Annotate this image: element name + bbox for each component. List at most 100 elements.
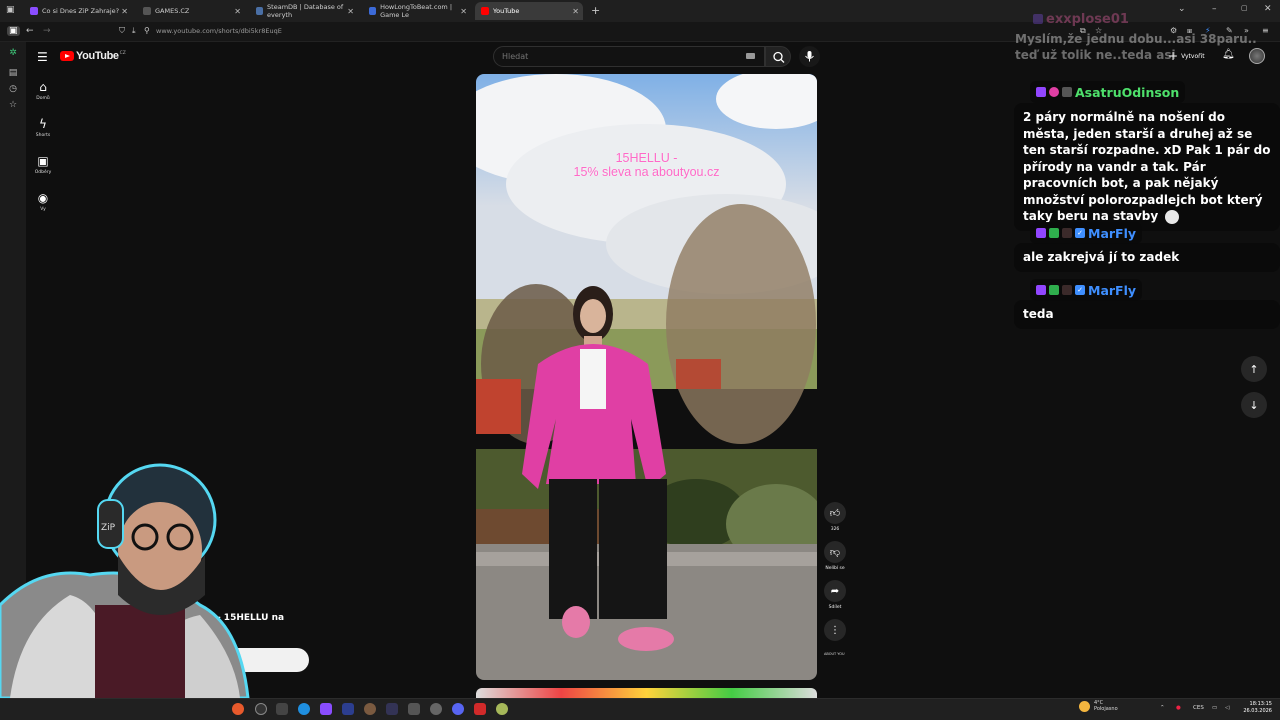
volume-icon[interactable]: ◁ [1225, 705, 1229, 711]
more-vert-icon: ⋮ [824, 619, 846, 641]
streamer-avatar-illustration: ZiP [0, 463, 250, 700]
bookmarks-icon[interactable]: ☆ [8, 100, 18, 110]
chat-message-header: ✓ MarFly [1030, 279, 1143, 301]
chat-faded-message: Myslím,že jednu dobu...asi 38paru.. teď … [1015, 32, 1257, 62]
download-icon[interactable]: ⤓ [132, 26, 136, 36]
country-code: CZ [119, 50, 126, 56]
youtube-logo[interactable]: YouTube CZ [60, 50, 126, 62]
firefox-icon[interactable] [232, 703, 244, 715]
tab-0[interactable]: Co si Dnes ZiP Zahraje? ✕ [24, 2, 132, 20]
close-tab-icon[interactable]: ✕ [234, 7, 241, 16]
channel-thumbnail[interactable]: ABOUT YOU [824, 652, 845, 656]
minimize-icon[interactable]: – [1212, 4, 1217, 14]
taskbar-app-icon[interactable] [276, 703, 288, 715]
twitch-badge-icon [1033, 14, 1043, 24]
tab-3[interactable]: HowLongToBeat.com | Game Le ✕ [363, 2, 471, 20]
promo-overlay: 15HELLU - 15% sleva na aboutyou.cz [476, 151, 817, 179]
logo-text: YouTube [76, 50, 119, 62]
taskbar-app-icon[interactable] [342, 703, 354, 715]
chat-message: ale zakrejvá jí to zadek [1014, 243, 1280, 272]
guide-item-home[interactable]: ⌂ Domů [26, 80, 60, 101]
history-icon[interactable]: ◷ [8, 84, 18, 94]
twitch-badge-icon [1036, 285, 1046, 295]
svg-text:ZiP: ZiP [101, 523, 116, 533]
close-tab-icon[interactable]: ✕ [121, 7, 128, 16]
forward-icon[interactable]: → [43, 26, 51, 36]
tab-2[interactable]: SteamDB | Database of everyth ✕ [250, 2, 358, 20]
guide-label: Domů [36, 96, 50, 101]
clock-time: 18:13:15 [1249, 701, 1272, 707]
tab-actions-icon[interactable]: ▣ [6, 5, 15, 15]
chat-message-header: ✓ MarFly [1030, 222, 1143, 244]
ai-assistant-icon[interactable]: ✲ [8, 48, 18, 58]
green-badge-icon [1049, 228, 1059, 238]
taskbar-app-icon[interactable] [474, 703, 486, 715]
chat-username: MarFly [1088, 225, 1137, 241]
language-indicator[interactable]: CES [1193, 705, 1204, 711]
tab-1[interactable]: GAMES.CZ ✕ [137, 2, 245, 20]
games-favicon-icon [143, 7, 151, 15]
shield-icon[interactable]: ⛉ [119, 26, 125, 36]
new-tab-icon[interactable]: + [591, 4, 600, 17]
previous-short-button[interactable]: ↑ [1241, 356, 1267, 382]
obs-icon[interactable] [255, 703, 267, 715]
close-window-icon[interactable]: ✕ [1264, 4, 1272, 14]
tab-title: YouTube [493, 7, 520, 15]
twitch-icon[interactable] [320, 703, 332, 715]
tab-title: GAMES.CZ [155, 7, 190, 15]
close-tab-icon[interactable]: ✕ [460, 7, 467, 16]
taskbar-clock[interactable]: 18:13:15 26.03.2026 [1238, 701, 1272, 715]
share-button[interactable]: ➦ Sdílet [822, 580, 848, 610]
site-info-icon[interactable]: ⚲ [144, 26, 150, 35]
wallet-icon[interactable]: ▤ [8, 68, 18, 78]
microphone-tray-icon[interactable]: ● [1176, 705, 1181, 711]
search-box[interactable] [493, 46, 765, 67]
like-button[interactable]: 👍︎ 326 [822, 502, 848, 532]
chat-message-text: 2 páry normálně na nošení do města, jede… [1023, 110, 1271, 223]
sidebar-toggle-icon[interactable]: ▣ [7, 26, 20, 36]
youtube-play-icon [60, 51, 74, 61]
maximize-icon[interactable]: ▢ [1241, 4, 1248, 12]
chat-message-header: AsatruOdinson [1030, 81, 1186, 103]
tab-search-icon[interactable]: ⌄ [1178, 4, 1186, 14]
dislike-button[interactable]: 👎︎ Nelíbí se [822, 541, 848, 571]
search-input[interactable] [502, 52, 742, 61]
next-short-button[interactable]: ↓ [1241, 392, 1267, 418]
taskbar-app-icon[interactable] [386, 703, 398, 715]
thumbs-up-icon: 👍︎ [824, 502, 846, 524]
taskbar-app-icon[interactable] [364, 703, 376, 715]
search-button[interactable] [765, 46, 791, 67]
verified-badge-icon: ✓ [1075, 228, 1085, 238]
dislike-label: Nelíbí se [825, 566, 845, 571]
tray-chevron-icon[interactable]: ⌃ [1160, 705, 1165, 711]
creature-badge-icon [1062, 285, 1072, 295]
more-actions-button[interactable]: ⋮ [822, 619, 848, 641]
settings-icon[interactable] [430, 703, 442, 715]
twitch-badge-icon [1036, 87, 1046, 97]
network-icon[interactable]: ▭ [1212, 705, 1217, 711]
back-icon[interactable]: ← [26, 26, 34, 36]
youtube-favicon-icon [481, 7, 489, 15]
discord-icon[interactable] [452, 703, 464, 715]
taskbar-app-icon[interactable] [496, 703, 508, 715]
taskbar-app-icon[interactable] [408, 703, 420, 715]
chat-username: exxplose01 [1046, 11, 1129, 27]
guide-item-shorts[interactable]: ϟ Shorts [26, 117, 60, 138]
emote-grin-icon [1165, 209, 1180, 224]
next-short-preview[interactable] [476, 688, 817, 698]
weather-widget[interactable]: 4°C Polojasno [1079, 700, 1118, 712]
chat-message-text: teda [1023, 307, 1054, 321]
guide-item-subscriptions[interactable]: ▣ Odběry [26, 154, 60, 175]
tab-youtube[interactable]: YouTube ✕ [475, 2, 583, 20]
edge-icon[interactable] [298, 703, 310, 715]
voice-search-button[interactable] [799, 46, 820, 67]
close-tab-icon[interactable]: ✕ [572, 7, 579, 16]
url-field[interactable]: www.youtube.com/shorts/dbi5kr8EuqE [156, 27, 282, 35]
keyboard-icon[interactable] [746, 53, 755, 59]
creature-badge-icon [1062, 228, 1072, 238]
close-tab-icon[interactable]: ✕ [347, 7, 354, 16]
tab-title: Co si Dnes ZiP Zahraje? [42, 7, 120, 15]
guide-item-you[interactable]: ◉ Vy [26, 191, 60, 212]
chat-message: 2 páry normálně na nošení do města, jede… [1014, 103, 1280, 231]
subscriptions-icon: ▣ [37, 154, 49, 168]
